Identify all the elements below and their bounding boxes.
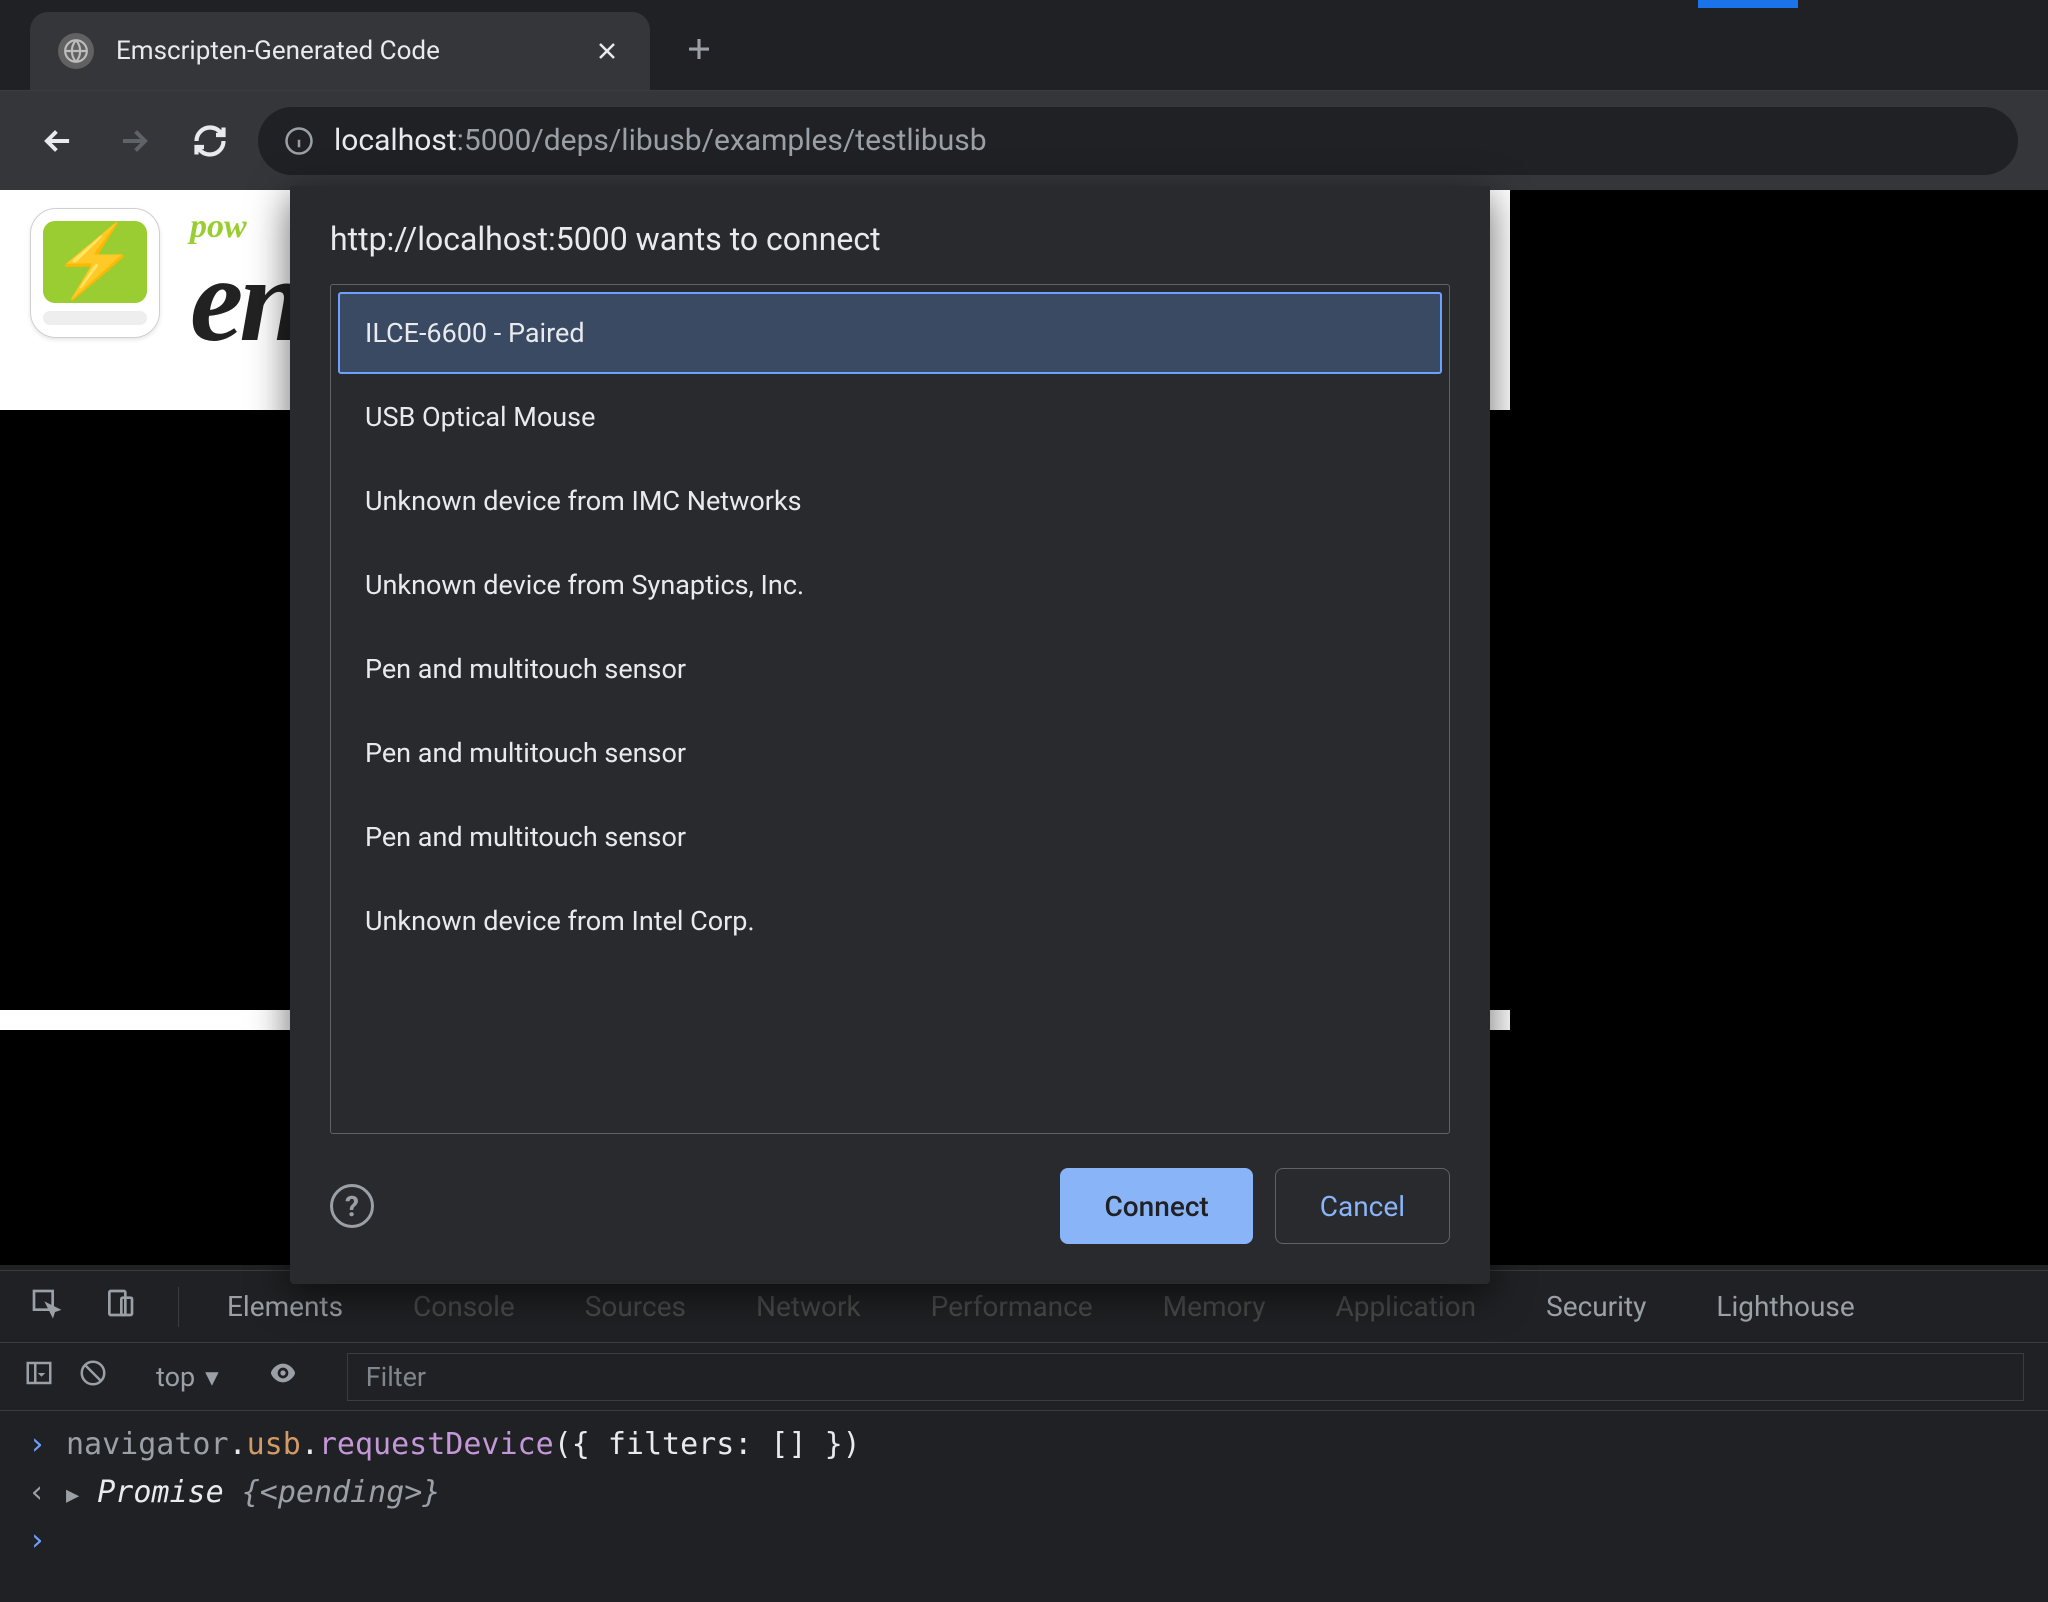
device-item[interactable]: USB Optical Mouse — [339, 377, 1441, 457]
execution-context-selector[interactable]: top ▾ — [156, 1361, 219, 1393]
address-bar[interactable]: localhost:5000/deps/libusb/examples/test… — [258, 107, 2018, 175]
devtools-tab-lighthouse[interactable]: Lighthouse — [1710, 1290, 1860, 1323]
bolt-icon: ⚡ — [43, 221, 147, 303]
forward-button[interactable] — [106, 113, 162, 169]
window-accent — [1698, 0, 1798, 8]
site-info-icon[interactable] — [282, 124, 316, 158]
tab-title: Emscripten-Generated Code — [116, 36, 570, 66]
device-item[interactable]: Pen and multitouch sensor — [339, 797, 1441, 877]
chevron-down-icon: ▾ — [205, 1361, 219, 1393]
device-item[interactable]: Unknown device from Synaptics, Inc. — [339, 545, 1441, 625]
browser-toolbar: localhost:5000/deps/libusb/examples/test… — [0, 90, 2048, 190]
device-item[interactable]: Unknown device from Intel Corp. — [339, 881, 1441, 961]
emscripten-logo: ⚡ — [30, 208, 160, 338]
console-output-line: ‹ ▶ Promise {<pending>} — [26, 1469, 2022, 1517]
help-icon[interactable]: ? — [330, 1184, 374, 1228]
expand-triangle-icon[interactable]: ▶ — [66, 1478, 79, 1513]
console-input-line: › navigator.usb.requestDevice({ filters:… — [26, 1421, 2022, 1469]
prompt-chevron-icon: › — [26, 1517, 48, 1565]
device-toolbar-icon[interactable] — [104, 1287, 136, 1326]
device-item[interactable]: Pen and multitouch sensor — [339, 629, 1441, 709]
devtools-tab-network[interactable]: Network — [750, 1290, 867, 1323]
tab-strip: Emscripten-Generated Code — [0, 0, 2048, 90]
globe-icon — [58, 33, 94, 69]
live-expression-icon[interactable] — [267, 1357, 299, 1396]
connect-button[interactable]: Connect — [1060, 1168, 1252, 1244]
console-toolbar: top ▾ Filter — [0, 1343, 2048, 1411]
devtools-panel: Elements Console Sources Network Performance… — [0, 1270, 2048, 1602]
devtools-tab-performance[interactable]: Performance — [925, 1290, 1099, 1323]
dialog-prompt: http://localhost:5000 wants to connect — [330, 220, 1450, 258]
devtools-tab-sources[interactable]: Sources — [579, 1290, 692, 1323]
reload-button[interactable] — [182, 113, 238, 169]
console-sidebar-toggle-icon[interactable] — [24, 1358, 54, 1395]
usb-device-chooser-dialog: http://localhost:5000 wants to connect I… — [290, 186, 1490, 1284]
devtools-tab-elements[interactable]: Elements — [221, 1290, 349, 1323]
devtools-tab-security[interactable]: Security — [1540, 1290, 1652, 1323]
devtools-tab-memory[interactable]: Memory — [1157, 1290, 1272, 1323]
console-prompt-line[interactable]: › — [26, 1517, 2022, 1565]
url-text: localhost:5000/deps/libusb/examples/test… — [334, 123, 987, 158]
inspect-element-icon[interactable] — [30, 1287, 62, 1326]
devtools-tab-application[interactable]: Application — [1329, 1290, 1482, 1323]
console-filter-input[interactable]: Filter — [347, 1353, 2024, 1401]
console-output[interactable]: › navigator.usb.requestDevice({ filters:… — [0, 1411, 2048, 1602]
device-item[interactable]: Unknown device from IMC Networks — [339, 461, 1441, 541]
device-list[interactable]: ILCE-6600 - PairedUSB Optical MouseUnkno… — [330, 284, 1450, 1134]
clear-console-icon[interactable] — [78, 1358, 108, 1395]
input-chevron-icon: › — [26, 1421, 48, 1469]
device-item[interactable]: Pen and multitouch sensor — [339, 713, 1441, 793]
device-item[interactable]: ILCE-6600 - Paired — [339, 293, 1441, 373]
devtools-tab-console[interactable]: Console — [407, 1290, 521, 1323]
cancel-button[interactable]: Cancel — [1275, 1168, 1450, 1244]
back-button[interactable] — [30, 113, 86, 169]
browser-tab[interactable]: Emscripten-Generated Code — [30, 12, 650, 90]
close-tab-icon[interactable] — [592, 36, 622, 66]
new-tab-button[interactable] — [672, 22, 726, 76]
output-chevron-icon: ‹ — [26, 1469, 48, 1517]
emscripten-wordmark: pow en — [190, 208, 302, 354]
